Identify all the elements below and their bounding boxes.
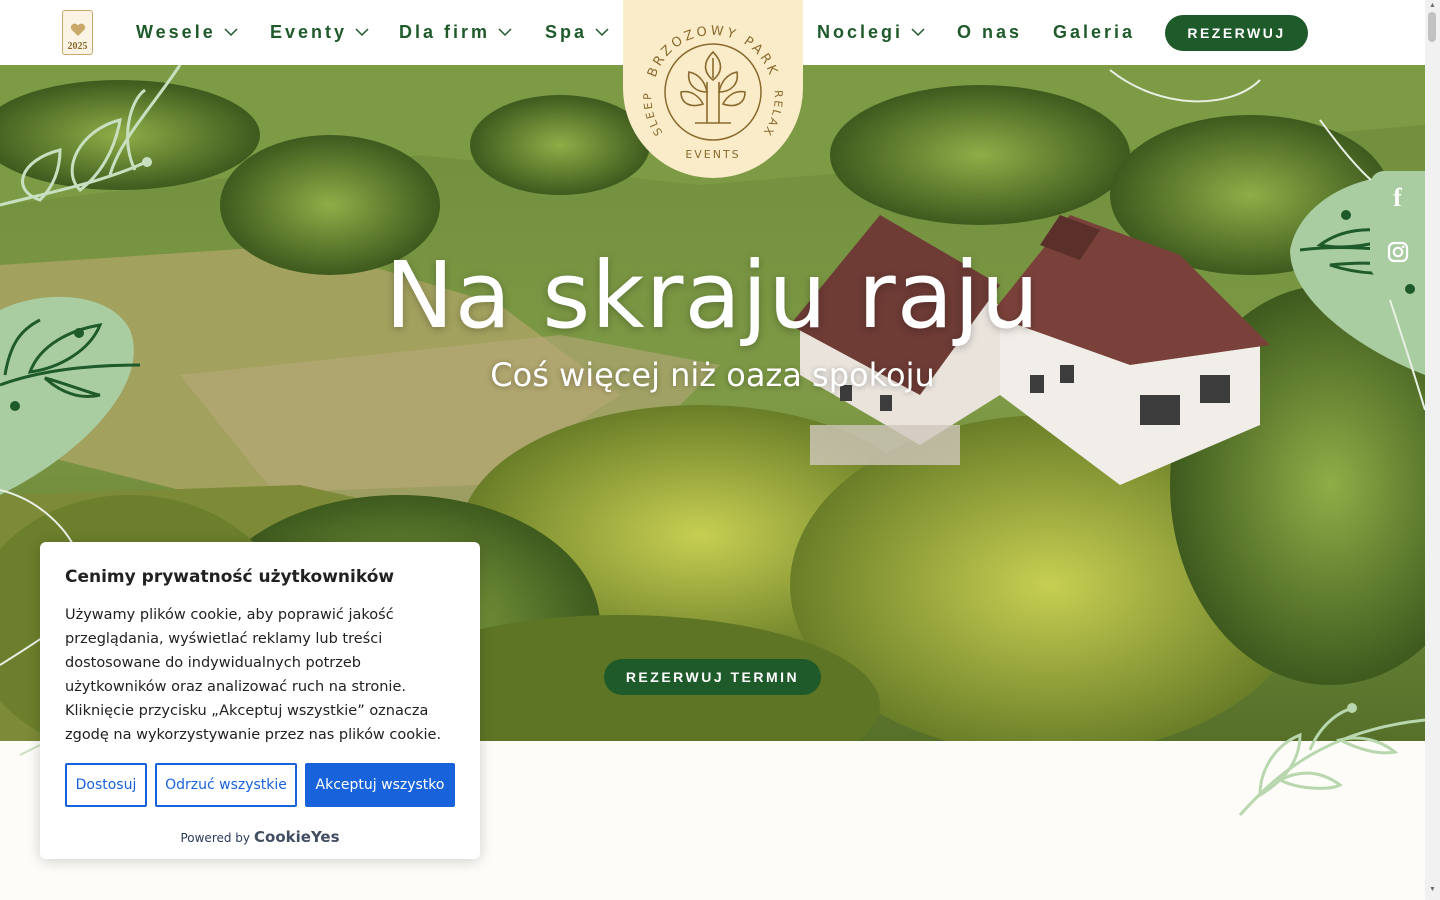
nav-item-galeria[interactable]: Galeria (1053, 20, 1135, 44)
instagram-glyph (1387, 241, 1408, 263)
facebook-icon[interactable]: f (1370, 171, 1425, 225)
instagram-icon[interactable] (1370, 225, 1425, 279)
chevron-down-icon (355, 28, 369, 37)
chevron-down-icon (224, 28, 238, 37)
cookie-powered-by: Powered by CookieYes (40, 828, 480, 846)
nav-label: Galeria (1053, 21, 1136, 42)
cookie-customize-button[interactable]: Dostosuj (65, 763, 147, 807)
book-button[interactable]: REZERWUJ (1165, 15, 1308, 51)
social-bar: f (1370, 171, 1425, 279)
hero-title: Na skraju raju (384, 242, 1041, 349)
page-scrollbar[interactable]: ▲ ▼ (1425, 0, 1440, 900)
cookie-text: Używamy plików cookie, aby poprawić jako… (65, 607, 442, 743)
cookie-consent-dialog: Cenimy prywatność użytkowników Używamy p… (40, 542, 480, 859)
nav-label: Wesele (136, 21, 216, 42)
hero-subtitle: Coś więcej niż oaza spokoju (490, 356, 935, 394)
nav-item-wesele[interactable]: Wesele (136, 20, 238, 44)
heart-award-icon (70, 23, 85, 36)
book-term-button[interactable]: REZERWUJ TERMIN (604, 659, 821, 695)
chevron-down-icon (498, 28, 512, 37)
logo-emblem-icon: BRZOZOWY PARK SLEEP RELAX EVENTS (641, 24, 785, 161)
nav-label: Noclegi (817, 21, 904, 42)
award-year: 2025 (67, 41, 88, 52)
nav-label: Dla firm (399, 21, 491, 42)
cookie-accept-button[interactable]: Akceptuj wszystko (305, 763, 455, 807)
svg-text:SLEEP: SLEEP (641, 91, 665, 138)
page: 2025 Wesele Eventy Dla firm Spa Noclegi … (0, 0, 1440, 900)
chevron-down-icon (911, 28, 925, 37)
cookie-reject-button[interactable]: Odrzuć wszystkie (155, 763, 297, 807)
scroll-up-icon[interactable]: ▲ (1429, 2, 1436, 9)
svg-text:RELAX: RELAX (760, 90, 785, 139)
cookieyes-logo[interactable]: CookieYes (254, 828, 340, 846)
facebook-glyph: f (1393, 183, 1402, 212)
nav-label: Spa (545, 21, 588, 42)
nav-item-o-nas[interactable]: O nas (957, 20, 1022, 44)
award-badge[interactable]: 2025 (62, 10, 93, 55)
nav-item-eventy[interactable]: Eventy (270, 20, 369, 44)
cookie-title: Cenimy prywatność użytkowników (65, 567, 395, 587)
nav-item-spa[interactable]: Spa (545, 20, 609, 44)
scroll-down-icon[interactable]: ▼ (1429, 886, 1436, 893)
nav-label: Eventy (270, 21, 348, 42)
nav-item-noclegi[interactable]: Noclegi (817, 20, 925, 44)
chevron-down-icon (595, 28, 609, 37)
scroll-thumb[interactable] (1428, 12, 1436, 42)
nav-item-dla-firm[interactable]: Dla firm (399, 20, 512, 44)
site-logo[interactable]: BRZOZOWY PARK SLEEP RELAX EVENTS (623, 0, 803, 178)
nav-label: O nas (957, 21, 1023, 42)
svg-text:EVENTS: EVENTS (685, 148, 740, 161)
powered-by-label: Powered by (180, 831, 251, 845)
